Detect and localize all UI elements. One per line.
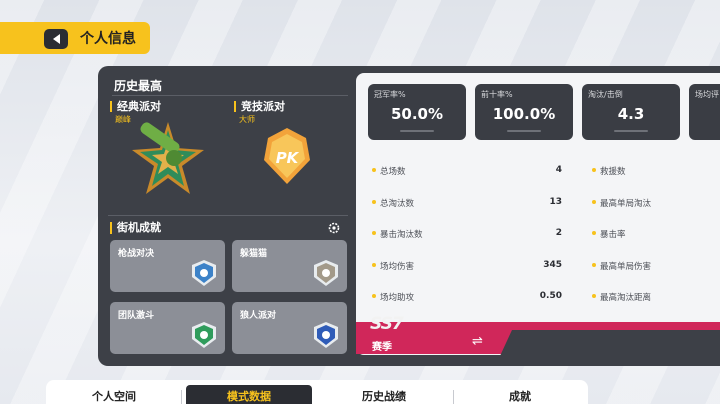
werewolf-badge-icon xyxy=(314,322,338,348)
tab-achievements[interactable]: 成就 xyxy=(460,385,580,404)
stat-box-top10-rate: 前十率% 100.0% xyxy=(475,84,573,140)
stat-box-value: 50.0% xyxy=(390,105,444,123)
mode-label-competitive: 竞技派对 xyxy=(234,101,285,112)
arcade-card-hide-and-seek[interactable]: 躲猫猫 xyxy=(232,240,347,292)
stat-box-kd: 淘汰/击倒 4.3 xyxy=(582,84,680,140)
gear-icon[interactable] xyxy=(328,222,340,234)
gunfight-badge-icon xyxy=(192,260,216,286)
divider xyxy=(112,95,348,96)
stat-row-label: 暴击率 xyxy=(592,230,626,240)
back-arrow-icon xyxy=(52,34,60,44)
back-button[interactable] xyxy=(44,29,68,49)
history-title: 历史最高 xyxy=(114,79,163,93)
stat-box-label: 前十率% xyxy=(481,90,513,99)
stat-row-value: 2 xyxy=(555,228,562,238)
tab-match-history[interactable]: 历史战绩 xyxy=(324,385,444,404)
arcade-card-team-battle[interactable]: 团队激斗 xyxy=(110,302,225,354)
divider xyxy=(181,390,182,404)
stat-box-label: 场均评 xyxy=(695,90,719,99)
season-bar-shade xyxy=(500,330,720,356)
stat-row-label: 救援数 xyxy=(592,167,626,177)
divider xyxy=(507,130,541,132)
hide-and-seek-badge-icon xyxy=(314,260,338,286)
team-battle-badge-icon xyxy=(192,322,216,348)
tab-personal-space[interactable]: 个人空间 xyxy=(60,385,168,404)
stat-row-value: 0.50 xyxy=(539,291,562,301)
arcade-title: 街机成就 xyxy=(110,222,161,234)
stat-row-label: 总场数 xyxy=(372,167,406,177)
swap-icon[interactable]: ⇌ xyxy=(472,334,483,349)
mode-rank-competitive: 大师 xyxy=(239,115,255,124)
mode-label-classic: 经典派对 xyxy=(110,101,161,112)
stat-row-label: 暴击淘汰数 xyxy=(372,230,423,240)
arcade-card-label: 狼人派对 xyxy=(240,311,277,321)
divider xyxy=(108,215,348,216)
arcade-card-werewolf[interactable]: 狼人派对 xyxy=(232,302,347,354)
arcade-card-gunfight[interactable]: 枪战对决 xyxy=(110,240,225,292)
season-code: SS7 xyxy=(370,314,404,334)
arcade-card-label: 躲猫猫 xyxy=(240,249,268,259)
divider xyxy=(614,130,648,132)
page-title: 个人信息 xyxy=(80,31,136,47)
stat-box-value: 100.0% xyxy=(492,105,556,123)
peak-rank-badge-icon[interactable] xyxy=(130,120,206,196)
stat-row-value: 345 xyxy=(543,260,562,270)
tab-mode-data[interactable]: 模式数据 xyxy=(186,385,312,404)
divider xyxy=(453,390,454,404)
stat-box-avg-score: 场均评 xyxy=(689,84,720,140)
stat-row-label: 最高单局淘汰 xyxy=(591,199,652,209)
divider xyxy=(400,130,434,132)
stat-row-label: 最高淘汰距离 xyxy=(591,293,652,303)
stat-row-value: 4 xyxy=(555,165,562,175)
stat-box-win-rate: 冠军率% 50.0% xyxy=(368,84,466,140)
svg-text:PK: PK xyxy=(276,149,300,167)
stat-row-label: 场均伤害 xyxy=(371,262,415,272)
stat-row-label: 最高单局伤害 xyxy=(591,262,652,272)
mode-rank-classic: 巅峰 xyxy=(115,115,131,124)
season-label: 赛季 xyxy=(372,342,392,353)
stat-row-value: 13 xyxy=(549,197,562,207)
stat-box-label: 冠军率% xyxy=(374,90,406,99)
stat-row-label: 场均助攻 xyxy=(371,293,415,303)
stat-box-label: 淘汰/击倒 xyxy=(588,90,623,99)
master-rank-badge-icon[interactable]: PK xyxy=(262,126,312,188)
stat-box-value: 4.3 xyxy=(617,105,645,123)
arcade-card-label: 枪战对决 xyxy=(118,249,155,259)
stat-row-label: 总淘汰数 xyxy=(371,199,415,209)
arcade-card-label: 团队激斗 xyxy=(118,311,155,321)
